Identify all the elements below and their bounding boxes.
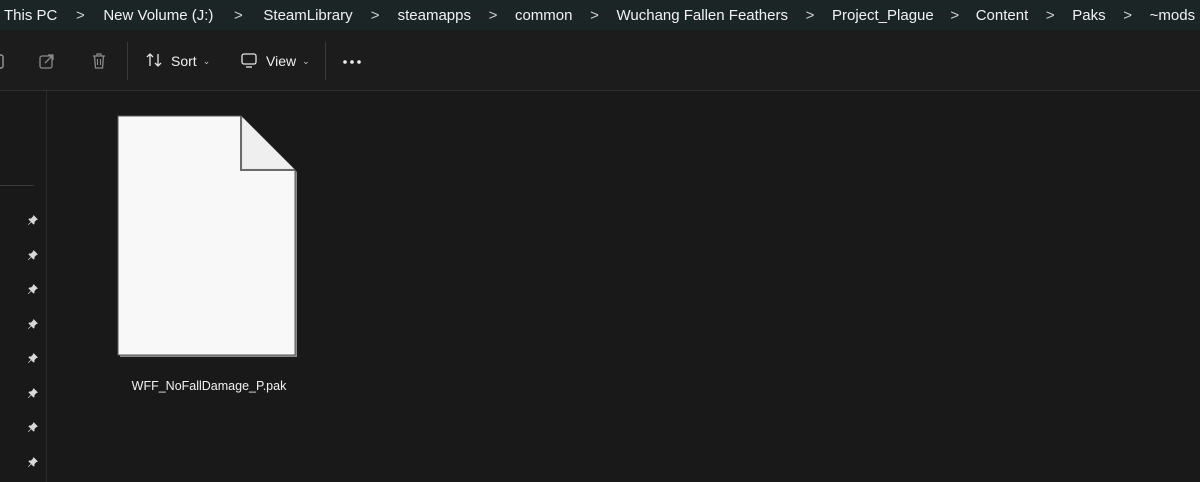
chevron-right-icon: > (590, 6, 599, 24)
breadcrumb-item-paks[interactable]: Paks (1068, 7, 1109, 24)
chevron-right-icon: > (1123, 6, 1132, 24)
view-button[interactable]: View ⌄ (240, 46, 310, 76)
share-icon[interactable] (36, 50, 58, 72)
file-list-area: WFF_NoFallDamage_P.pak (47, 91, 1200, 482)
breadcrumb-item-wuchang-fallen-feathers[interactable]: Wuchang Fallen Feathers (613, 7, 792, 24)
file-name: WFF_NoFallDamage_P.pak (131, 379, 287, 393)
delete-icon[interactable] (88, 50, 110, 72)
breadcrumb-item-steamapps[interactable]: steamapps (394, 7, 475, 24)
chevron-right-icon: > (950, 6, 960, 24)
sort-button[interactable]: Sort ⌄ (145, 46, 210, 76)
chevron-right-icon: > (75, 6, 85, 24)
breadcrumb-item-content[interactable]: Content (972, 7, 1033, 24)
paste-icon[interactable] (0, 50, 8, 72)
monitor-icon (240, 51, 258, 72)
toolbar-divider (325, 42, 326, 80)
sort-label: Sort (171, 53, 197, 69)
navigation-pane (0, 91, 46, 482)
chevron-down-icon: ⌄ (202, 55, 211, 66)
toolbar-divider (127, 42, 128, 80)
pin-icon[interactable] (26, 420, 40, 434)
ellipsis-icon (343, 60, 361, 64)
breadcrumb-item-common[interactable]: common (511, 7, 577, 24)
pin-icon[interactable] (26, 351, 40, 365)
chevron-right-icon: > (805, 6, 815, 24)
view-label: View (266, 53, 297, 69)
more-options-button[interactable] (340, 52, 364, 72)
breadcrumb-item-new-volume[interactable]: New Volume (J:) (99, 7, 217, 24)
chevron-right-icon: > (370, 6, 380, 24)
pin-icon[interactable] (26, 455, 40, 469)
chevron-right-icon: > (488, 6, 498, 24)
chevron-right-icon: > (234, 6, 243, 24)
breadcrumb-item-project-plague[interactable]: Project_Plague (828, 7, 938, 24)
chevron-right-icon: > (1045, 6, 1055, 24)
chevron-down-icon: ⌄ (302, 55, 310, 66)
blank-file-icon (117, 115, 297, 357)
sort-icon (145, 51, 163, 72)
pin-icon[interactable] (26, 213, 40, 227)
breadcrumb-item-steamlibrary[interactable]: SteamLibrary (259, 7, 356, 24)
nav-divider (0, 185, 34, 186)
file-explorer-window: This PC > New Volume (J:) > SteamLibrary… (0, 0, 1200, 482)
pin-icon[interactable] (26, 248, 40, 262)
breadcrumb: This PC > New Volume (J:) > SteamLibrary… (0, 0, 1200, 30)
breadcrumb-item-this-pc[interactable]: This PC (0, 7, 61, 24)
command-bar: Sort ⌄ View ⌄ (0, 30, 1200, 91)
breadcrumb-item-mods[interactable]: ~mods (1146, 7, 1199, 24)
pin-icon[interactable] (26, 282, 40, 296)
pin-icon[interactable] (26, 317, 40, 331)
pin-icon[interactable] (26, 386, 40, 400)
file-item[interactable]: WFF_NoFallDamage_P.pak (117, 115, 307, 405)
